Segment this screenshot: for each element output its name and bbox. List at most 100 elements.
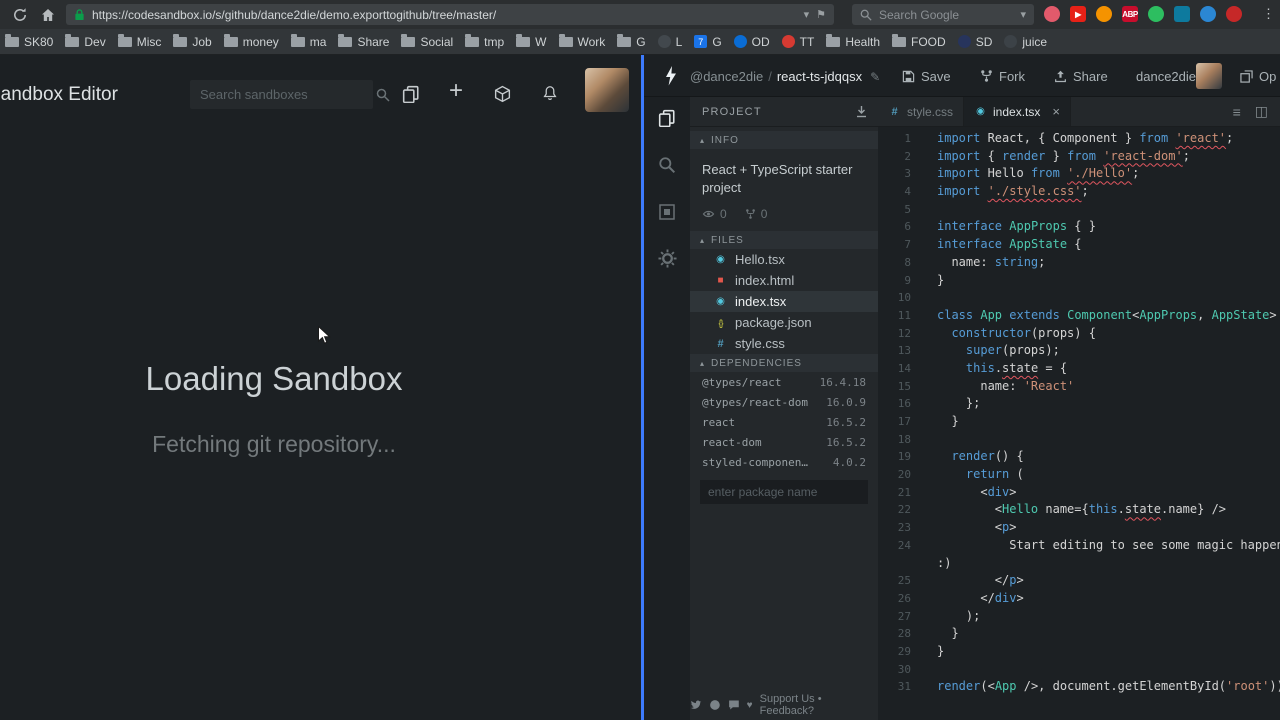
dependency-item[interactable]: react-dom 16.5.2 <box>690 432 878 452</box>
file-item[interactable]: ◉ Hello.tsx <box>690 249 878 270</box>
sandbox-name[interactable]: react-ts-jdqqsx <box>777 69 862 84</box>
twitter-icon[interactable] <box>690 699 702 711</box>
github-icon[interactable] <box>709 699 721 711</box>
bookmark-item[interactable]: Dev <box>65 33 106 49</box>
tab-style-css[interactable]: # style.css <box>878 97 965 126</box>
extension-icon[interactable] <box>1096 6 1112 22</box>
file-item[interactable]: ◉ index.tsx <box>690 291 878 313</box>
code-editor[interactable]: 1 import React, { Component } from 'react… <box>878 127 1280 720</box>
sandbox-cube-icon[interactable] <box>493 85 512 104</box>
code-line[interactable]: 1 import React, { Component } from 'react… <box>878 130 1280 148</box>
dependency-item[interactable]: @types/react-dom 16.0.9 <box>690 392 878 412</box>
code-line[interactable]: 26 </div> <box>878 590 1280 608</box>
bookmark-item[interactable]: Misc <box>117 33 161 49</box>
copy-sandbox-icon[interactable] <box>402 85 420 103</box>
home-button[interactable] <box>40 7 56 23</box>
code-line[interactable]: 3 import Hello from './Hello'; <box>878 165 1280 183</box>
extension-icon[interactable]: ▶ <box>1070 6 1086 22</box>
close-icon[interactable]: × <box>1052 104 1060 119</box>
code-line[interactable]: 5 <box>878 201 1280 219</box>
bookmark-item[interactable]: Health <box>826 33 880 49</box>
code-line[interactable]: 10 <box>878 289 1280 307</box>
settings-gear-icon[interactable] <box>658 249 677 268</box>
bookmark-item[interactable]: Share <box>338 33 389 49</box>
code-line[interactable]: 24 Start editing to see some magic happe… <box>878 537 1280 555</box>
code-line[interactable]: 12 constructor(props) { <box>878 325 1280 343</box>
browser-search-box[interactable]: Search Google ▾ <box>852 4 1034 25</box>
code-line[interactable]: :) <box>878 555 1280 573</box>
bookmark-item[interactable]: SK80 <box>5 33 53 49</box>
dropdown-caret-icon[interactable]: ▾ <box>804 8 810 21</box>
code-line[interactable]: 9} <box>878 272 1280 290</box>
bookmark-item[interactable]: W <box>516 33 547 49</box>
bookmark-item[interactable]: Work <box>558 33 605 49</box>
dependency-item[interactable]: styled-components 4.0.2 <box>690 452 878 472</box>
file-item[interactable]: {} package.json <box>690 312 878 333</box>
notifications-bell-icon[interactable] <box>541 85 559 103</box>
files-section-header[interactable]: ▴ FILES <box>690 231 878 250</box>
bookmark-flag-icon[interactable]: ⚑ <box>816 8 826 21</box>
bookmark-item[interactable]: tmp <box>465 33 504 49</box>
code-line[interactable]: 14 this.state = { <box>878 360 1280 378</box>
search-sandboxes-input[interactable] <box>200 87 376 102</box>
extension-icon[interactable] <box>1226 6 1242 22</box>
bookmark-item[interactable]: TT <box>781 35 814 49</box>
code-line[interactable]: 18 <box>878 431 1280 449</box>
code-line[interactable]: 21 <div> <box>878 484 1280 502</box>
tab-index-tsx[interactable]: ◉ index.tsx × <box>964 97 1071 126</box>
bookmark-item[interactable]: ma <box>290 33 326 49</box>
code-line[interactable]: 29} <box>878 643 1280 661</box>
account-menu[interactable]: dance2die <box>1136 55 1196 97</box>
footer-text[interactable]: Support Us • Feedback? <box>760 693 878 717</box>
avatar[interactable] <box>585 68 629 112</box>
code-line[interactable]: 23 <p> <box>878 519 1280 537</box>
bookmark-item[interactable]: OD <box>733 35 770 49</box>
dependencies-section-header[interactable]: ▴ DEPENDENCIES <box>690 354 878 373</box>
extension-icon[interactable] <box>1200 6 1216 22</box>
extension-icon[interactable]: ABP <box>1122 6 1138 22</box>
share-button[interactable]: Share <box>1054 55 1108 97</box>
code-line[interactable]: 6 interface AppProps { } <box>878 218 1280 236</box>
fork-button[interactable]: Fork <box>980 55 1025 97</box>
file-item[interactable]: ■ index.html <box>690 270 878 291</box>
code-line[interactable]: 19 render() { <box>878 448 1280 466</box>
add-dependency-input[interactable] <box>700 480 868 505</box>
new-sandbox-icon[interactable]: + <box>449 79 463 103</box>
dependency-item[interactable]: @types/react 16.4.18 <box>690 372 878 392</box>
reload-button[interactable] <box>12 7 28 23</box>
avatar[interactable] <box>1196 63 1222 89</box>
bookmark-item[interactable]: FOOD <box>892 33 946 49</box>
browser-menu-icon[interactable]: ⋮ <box>1262 6 1275 22</box>
dependency-item[interactable]: react 16.5.2 <box>690 412 878 432</box>
bookmark-item[interactable]: L <box>657 35 682 49</box>
deploy-panel-icon[interactable] <box>658 203 676 221</box>
code-line[interactable]: 30 <box>878 661 1280 679</box>
code-line[interactable]: 22 <Hello name={this.state.name} /> <box>878 501 1280 519</box>
bookmark-item[interactable]: money <box>223 33 279 49</box>
save-button[interactable]: Save <box>902 55 951 97</box>
search-sandboxes-box[interactable] <box>190 80 390 109</box>
code-line[interactable]: 4 import './style.css'; <box>878 183 1280 201</box>
bookmark-item[interactable]: Job <box>173 33 212 49</box>
extension-icon[interactable] <box>1044 6 1060 22</box>
bookmark-item[interactable]: Social <box>401 33 453 49</box>
code-line[interactable]: 16 }; <box>878 395 1280 413</box>
code-line[interactable]: 15 name: 'React' <box>878 378 1280 396</box>
code-line[interactable]: 17 } <box>878 413 1280 431</box>
search-engine-caret-icon[interactable]: ▾ <box>1020 8 1026 21</box>
info-section-header[interactable]: ▴ INFO <box>690 131 878 149</box>
open-files-menu-icon[interactable]: ≡ <box>1233 104 1241 120</box>
code-line[interactable]: 13 super(props); <box>878 342 1280 360</box>
search-panel-icon[interactable] <box>658 156 676 174</box>
split-editor-icon[interactable]: ◫ <box>1255 103 1268 120</box>
bookmark-item[interactable]: 7G <box>694 35 722 49</box>
code-line[interactable]: 8 name: string; <box>878 254 1280 272</box>
code-line[interactable]: 20 return ( <box>878 466 1280 484</box>
bookmark-item[interactable]: SD <box>957 35 992 49</box>
files-panel-icon[interactable] <box>658 109 676 127</box>
code-line[interactable]: 25 </p> <box>878 572 1280 590</box>
code-line[interactable]: 28 } <box>878 625 1280 643</box>
code-line[interactable]: 2 import { render } from 'react-dom'; <box>878 148 1280 166</box>
project-panel-header[interactable]: PROJECT <box>690 97 878 126</box>
file-item[interactable]: # style.css <box>690 333 878 354</box>
